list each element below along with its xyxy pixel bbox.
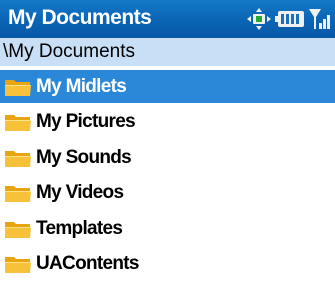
path-bar: \My Documents (0, 38, 335, 66)
title-bar: My Documents (0, 0, 335, 38)
signal-icon[interactable] (309, 7, 331, 31)
folder-icon (5, 115, 31, 131)
folder-item-uacontents[interactable]: UAContents (0, 248, 335, 281)
folder-item-templates[interactable]: Templates (0, 212, 335, 245)
folder-item-label: My Pictures (36, 111, 136, 132)
folder-item-label: UAContents (36, 253, 139, 274)
folder-item-my-videos[interactable]: My Videos (0, 177, 335, 210)
folder-item-label: My Sounds (36, 146, 132, 168)
battery-icon[interactable] (275, 10, 305, 28)
current-path: \My Documents (3, 41, 135, 62)
folder-item-label: My Videos (36, 182, 124, 203)
connectivity-icon[interactable] (247, 8, 271, 30)
folder-icon (5, 221, 31, 238)
window-title: My Documents (8, 6, 152, 29)
folder-item-label: Templates (36, 217, 123, 239)
folder-icon (5, 257, 31, 273)
folder-icon (5, 186, 31, 202)
folder-icon (5, 79, 31, 96)
status-icons (247, 6, 331, 32)
folder-item-my-pictures[interactable]: My Pictures (0, 106, 335, 139)
folder-item-my-sounds[interactable]: My Sounds (0, 141, 335, 174)
folder-icon (5, 150, 31, 167)
folder-item-my-midlets[interactable]: My Midlets (0, 70, 335, 103)
folder-item-label: My Midlets (36, 75, 127, 97)
